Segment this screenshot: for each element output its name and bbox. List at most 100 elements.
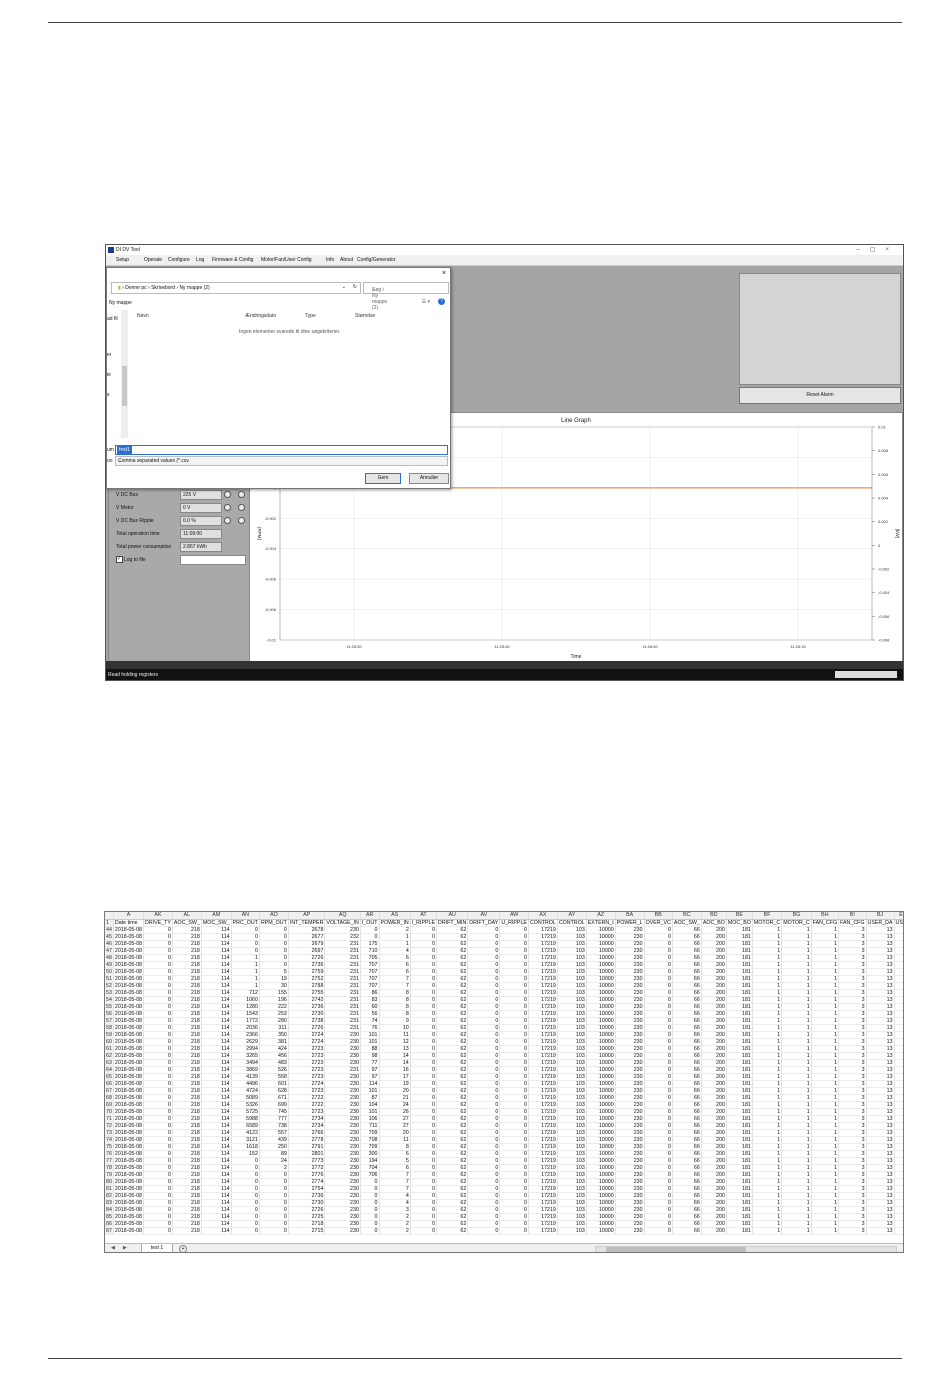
cell[interactable]: 230 (324, 1220, 361, 1228)
cell[interactable] (894, 1227, 903, 1235)
cell[interactable]: 2730 (288, 1199, 326, 1207)
cell[interactable]: 0 (143, 947, 173, 955)
cell[interactable]: 0 (143, 940, 173, 948)
cell[interactable]: 1 (811, 1199, 840, 1207)
cell[interactable]: 0 (143, 982, 173, 990)
row-number[interactable]: 86 (105, 1220, 114, 1228)
cell[interactable]: 3 (838, 1038, 867, 1046)
cell[interactable]: 6 (379, 1164, 411, 1172)
header-cell[interactable]: MOC_BO (726, 919, 753, 927)
cell[interactable]: 601 (259, 1080, 289, 1088)
cell[interactable]: 13 (866, 1227, 895, 1235)
cell[interactable]: 0 (410, 1227, 438, 1235)
cell[interactable]: 230 (324, 1136, 361, 1144)
cell[interactable]: 114 (201, 1185, 232, 1193)
cell[interactable]: 5326 (231, 1101, 260, 1109)
column-letter[interactable]: AS (379, 912, 411, 920)
cell[interactable]: 0 (499, 1108, 529, 1116)
cell[interactable]: 230 (615, 1150, 645, 1158)
cell[interactable]: 17219 (528, 947, 558, 955)
cell[interactable]: 200 (701, 1143, 727, 1151)
cell[interactable]: 1 (752, 1192, 783, 1200)
cell[interactable]: 10000 (586, 1045, 616, 1053)
row-number[interactable]: 81 (105, 1185, 114, 1193)
cell[interactable]: 0 (467, 1094, 501, 1102)
cell[interactable]: 0 (231, 1185, 260, 1193)
cell[interactable]: 1 (781, 1136, 812, 1144)
save-button[interactable]: Gem (365, 473, 401, 484)
cell[interactable]: 0 (410, 1164, 438, 1172)
cell[interactable]: 0 (143, 1129, 173, 1137)
cell[interactable]: 13 (866, 1087, 895, 1095)
header-cell[interactable]: OVER_VC (644, 919, 673, 927)
cell[interactable]: 0 (410, 982, 438, 990)
cell[interactable]: 0 (467, 1227, 501, 1235)
cell[interactable]: 200 (701, 926, 727, 934)
date-cell[interactable]: 2018-05-08 (113, 982, 145, 990)
cell[interactable]: 0 (644, 1094, 673, 1102)
cell[interactable]: 218 (172, 1045, 202, 1053)
refresh-icon[interactable]: ↻ (353, 284, 357, 290)
cell[interactable]: 181 (726, 1143, 753, 1151)
cell[interactable]: 200 (701, 1087, 727, 1095)
cell[interactable]: 2772 (288, 1164, 326, 1172)
cell[interactable]: 230 (615, 961, 645, 969)
cell[interactable]: 10 (379, 1024, 411, 1032)
cell[interactable] (894, 1115, 903, 1123)
date-cell[interactable]: 2018-05-08 (113, 1143, 145, 1151)
cell[interactable]: 89 (259, 1150, 289, 1158)
cell[interactable]: 230 (615, 1066, 645, 1074)
cell[interactable]: 0 (467, 1220, 501, 1228)
cell[interactable]: 2724 (288, 1038, 326, 1046)
cell[interactable]: 1 (752, 961, 783, 969)
cell[interactable]: 1 (781, 982, 812, 990)
column-letter[interactable]: AO (259, 912, 289, 920)
cell[interactable]: 0 (360, 1213, 380, 1221)
cell[interactable]: 628 (259, 1087, 289, 1095)
cell[interactable]: 3 (838, 975, 867, 983)
cell[interactable]: 218 (172, 968, 202, 976)
cell[interactable]: 10000 (586, 1073, 616, 1081)
header-cell[interactable]: MOTOR_C (752, 919, 783, 927)
cell[interactable]: 114 (201, 1220, 232, 1228)
cell[interactable]: 1 (752, 1108, 783, 1116)
cell[interactable]: 17219 (528, 1122, 558, 1130)
cell[interactable]: 13 (866, 1220, 895, 1228)
cell[interactable]: 10000 (586, 1178, 616, 1186)
cell[interactable]: 1 (379, 933, 411, 941)
cell[interactable]: 456 (259, 1052, 289, 1060)
cell[interactable]: 230 (324, 1052, 361, 1060)
cell[interactable]: 712 (231, 989, 260, 997)
cell[interactable]: 0 (467, 1003, 501, 1011)
cell[interactable]: 0 (143, 1094, 173, 1102)
cell[interactable]: 1 (752, 1038, 783, 1046)
cell[interactable]: 13 (866, 1094, 895, 1102)
cell[interactable]: 114 (201, 1038, 232, 1046)
cell[interactable]: 10000 (586, 1185, 616, 1193)
cell[interactable]: 200 (701, 968, 727, 976)
cell[interactable]: 709 (360, 1143, 380, 1151)
cell[interactable]: 200 (701, 1178, 727, 1186)
date-cell[interactable]: 2018-05-08 (113, 968, 145, 976)
cell[interactable]: 13 (866, 1059, 895, 1067)
cell[interactable]: 181 (726, 1066, 753, 1074)
tab-next-icon[interactable]: ▶ (123, 1245, 127, 1251)
column-letter[interactable]: AX (528, 912, 558, 920)
cell[interactable]: 3 (838, 1108, 867, 1116)
cell[interactable]: 66 (672, 1122, 702, 1130)
cell[interactable]: 218 (172, 1143, 202, 1151)
cell[interactable]: 558 (259, 1073, 289, 1081)
cell[interactable]: 3 (838, 1003, 867, 1011)
cell[interactable]: 0 (499, 961, 529, 969)
cell[interactable]: 1 (811, 1220, 840, 1228)
cell[interactable]: 0 (644, 1129, 673, 1137)
cell[interactable]: 66 (672, 1087, 702, 1095)
cell[interactable]: 181 (726, 1024, 753, 1032)
cell[interactable]: 0 (644, 1045, 673, 1053)
cell[interactable]: 0 (467, 982, 501, 990)
cell[interactable]: 10000 (586, 1171, 616, 1179)
cell[interactable]: 218 (172, 1108, 202, 1116)
cell[interactable]: 181 (726, 1052, 753, 1060)
cell[interactable]: 103 (557, 1178, 587, 1186)
cell[interactable]: 1 (781, 1045, 812, 1053)
